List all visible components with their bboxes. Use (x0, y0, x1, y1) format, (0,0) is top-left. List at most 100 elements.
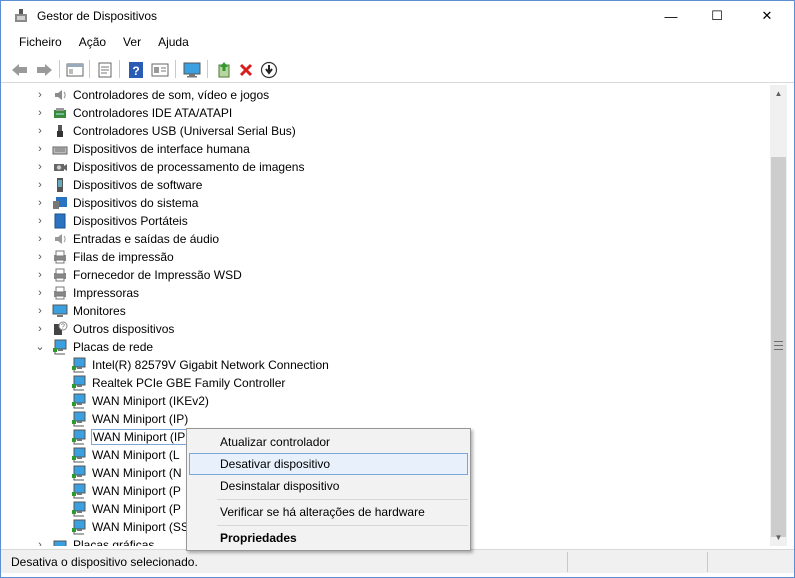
monitor-icon (52, 303, 68, 319)
expand-chevron-icon[interactable]: › (34, 232, 46, 246)
expand-chevron-icon[interactable]: › (34, 106, 46, 120)
expand-chevron-icon[interactable]: › (34, 88, 46, 102)
tree-device[interactable]: Realtek PCIe GBE Family Controller (9, 374, 769, 392)
tree-category[interactable]: › Entradas e saídas de áudio (9, 230, 769, 248)
forward-icon (37, 64, 52, 76)
network-adapter-icon (71, 411, 87, 427)
network-adapter-icon (71, 447, 87, 463)
expand-chevron-icon[interactable]: › (34, 196, 46, 210)
tree-category[interactable]: › Controladores USB (Universal Serial Bus… (9, 122, 769, 140)
toolbar-separator (119, 60, 120, 78)
tree-device-label: WAN Miniport (N (92, 466, 182, 480)
grip-icon (774, 341, 783, 350)
tree-category[interactable]: › Dispositivos de processamento de imagen… (9, 158, 769, 176)
menu-separator (217, 499, 468, 500)
tree-category-label: Monitores (73, 304, 126, 318)
back-button[interactable] (9, 59, 31, 81)
status-divider (707, 552, 708, 572)
menu-ajuda[interactable]: Ajuda (148, 33, 196, 53)
expand-chevron-icon[interactable]: › (34, 304, 46, 318)
status-divider (567, 552, 568, 572)
tree-category[interactable]: › Dispositivos Portáteis (9, 212, 769, 230)
expand-chevron-icon[interactable]: › (34, 214, 46, 228)
tree-category[interactable]: › Filas de impressão (9, 248, 769, 266)
disable-button[interactable] (258, 59, 280, 81)
scroll-down-arrow-icon[interactable]: ▼ (770, 529, 787, 546)
menu-ficheiro[interactable]: Ficheiro (9, 33, 69, 53)
expand-chevron-icon[interactable]: › (34, 286, 46, 300)
expand-chevron-icon[interactable]: › (34, 124, 46, 138)
expand-chevron-icon[interactable]: › (34, 142, 46, 156)
disable-icon (260, 61, 278, 79)
properties-button[interactable] (94, 59, 116, 81)
tree-category[interactable]: › Controladores de som, vídeo e jogos (9, 86, 769, 104)
tree-device[interactable]: WAN Miniport (IKEv2) (9, 392, 769, 410)
minimize-button[interactable]: — (648, 1, 694, 31)
expand-chevron-icon[interactable]: › (34, 538, 46, 546)
tree-device-label: WAN Miniport (L (92, 448, 180, 462)
title-bar[interactable]: Gestor de Dispositivos — ☐ ✕ (1, 1, 794, 31)
expand-chevron-icon[interactable]: › (34, 250, 46, 264)
printer-icon (52, 267, 68, 283)
tree-category[interactable]: ›? Outros dispositivos (9, 320, 769, 338)
tree-category-label: Dispositivos de software (73, 178, 203, 192)
display-adapter-icon (52, 537, 68, 546)
scan-button[interactable] (181, 59, 203, 81)
toolbar-separator (89, 60, 90, 78)
tree-category[interactable]: › Dispositivos de software (9, 176, 769, 194)
scroll-thumb[interactable] (771, 157, 786, 537)
tree-device[interactable]: Intel(R) 82579V Gigabit Network Connecti… (9, 356, 769, 374)
forward-button[interactable] (33, 59, 55, 81)
tree-category[interactable]: › Fornecedor de Impressão WSD (9, 266, 769, 284)
tree-device[interactable]: WAN Miniport (IP) (9, 410, 769, 428)
tree-device-label: WAN Miniport (IP (90, 429, 188, 445)
monitor-icon (183, 62, 201, 78)
portable-icon (52, 213, 68, 229)
tree-category-label: Fornecedor de Impressão WSD (73, 268, 242, 282)
tree-category[interactable]: › Dispositivos do sistema (9, 194, 769, 212)
tree-category[interactable]: › Dispositivos de interface humana (9, 140, 769, 158)
tree-category[interactable]: › Monitores (9, 302, 769, 320)
camera-icon (52, 159, 68, 175)
network-adapter-icon (71, 501, 87, 517)
vertical-scrollbar[interactable]: ▲ ▼ (770, 85, 787, 546)
expand-chevron-icon[interactable]: › (34, 268, 46, 282)
network-adapter-icon (71, 393, 87, 409)
tree-category[interactable]: › Impressoras (9, 284, 769, 302)
toolbar-separator (59, 60, 60, 78)
view-icon (151, 63, 169, 77)
update-driver-button[interactable] (213, 59, 235, 81)
tree-category[interactable]: › Controladores IDE ATA/ATAPI (9, 104, 769, 122)
show-hide-tree-button[interactable] (64, 59, 86, 81)
expand-chevron-icon[interactable]: › (34, 322, 46, 336)
expand-chevron-icon[interactable]: › (34, 160, 46, 174)
menu-acao[interactable]: Ação (69, 33, 113, 53)
view-button[interactable] (149, 59, 171, 81)
collapse-chevron-icon[interactable]: ⌄ (34, 340, 46, 354)
tree-category-label: Impressoras (73, 286, 140, 300)
tree-category-label: Placas de rede (73, 340, 154, 354)
menu-item-scan-hardware[interactable]: Verificar se há alterações de hardware (189, 501, 468, 523)
menu-item-uninstall-device[interactable]: Desinstalar dispositivo (189, 475, 468, 497)
audio-icon (52, 231, 68, 247)
tree-category-label: Controladores USB (Universal Serial Bus) (73, 124, 296, 138)
hid-icon (52, 141, 68, 157)
back-icon (12, 64, 27, 76)
expand-chevron-icon[interactable]: › (34, 178, 46, 192)
tree-device-label: Realtek PCIe GBE Family Controller (92, 376, 286, 390)
tree-category[interactable]: ⌄ Placas de rede (9, 338, 769, 356)
uninstall-button[interactable] (235, 59, 257, 81)
close-button[interactable]: ✕ (740, 1, 794, 31)
menu-item-disable-device[interactable]: Desativar dispositivo (189, 453, 468, 475)
unknown-device-icon: ? (52, 321, 68, 337)
scroll-up-arrow-icon[interactable]: ▲ (770, 85, 787, 102)
menu-item-update-driver[interactable]: Atualizar controlador (189, 431, 468, 453)
menu-ver[interactable]: Ver (113, 33, 148, 53)
device-manager-window: Gestor de Dispositivos — ☐ ✕ Ficheiro Aç… (0, 0, 795, 578)
help-button[interactable]: ? (125, 59, 147, 81)
menu-item-properties[interactable]: Propriedades (189, 527, 468, 549)
ide-icon (52, 105, 68, 121)
maximize-button[interactable]: ☐ (694, 1, 740, 31)
uninstall-icon (239, 63, 253, 77)
toolbar-separator (207, 60, 208, 78)
